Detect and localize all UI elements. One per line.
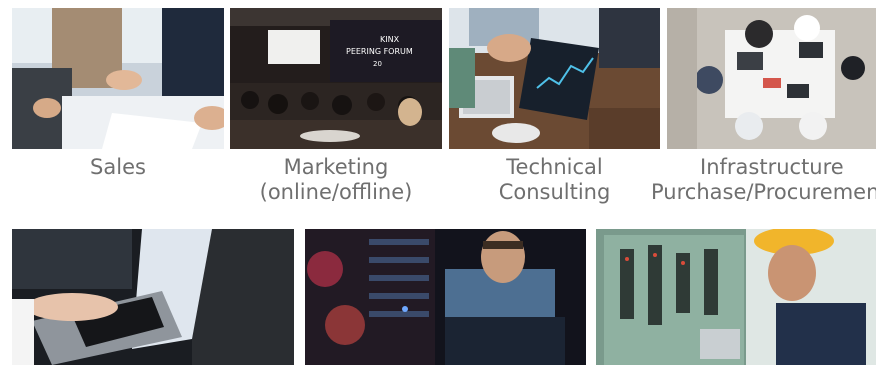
- banner-text-1: KINX: [380, 35, 400, 44]
- banner-text-3: 20: [373, 60, 382, 68]
- server-rack-engineer-photo: [305, 229, 586, 365]
- caption-marketing-line-2: (online/offline): [259, 180, 413, 204]
- control-panel-worker-photo: [596, 229, 876, 365]
- laptop-typing-photo: [12, 229, 294, 365]
- caption-technical-consulting-line-1: Technical: [506, 155, 603, 179]
- caption-infrastructure-line-2: Purchase/Procurement: [651, 180, 876, 204]
- caption-sales: Sales: [12, 155, 224, 180]
- caption-marketing-line-1: Marketing: [283, 155, 389, 179]
- marketing-photo: KINX PEERING FORUM 20: [230, 8, 442, 149]
- technical-consulting-photo: [449, 8, 660, 149]
- caption-marketing: Marketing (online/offline): [230, 155, 442, 205]
- caption-technical-consulting-line-2: Consulting: [498, 180, 611, 204]
- caption-infrastructure-line-1: Infrastructure: [700, 155, 844, 179]
- caption-technical-consulting: Technical Consulting: [449, 155, 660, 205]
- caption-sales-line-1: Sales: [90, 155, 146, 179]
- banner-text-2: PEERING FORUM: [346, 47, 413, 56]
- caption-infrastructure: Infrastructure Purchase/Procurement: [651, 155, 876, 205]
- infrastructure-photo: [667, 8, 876, 149]
- sales-photo: [12, 8, 224, 149]
